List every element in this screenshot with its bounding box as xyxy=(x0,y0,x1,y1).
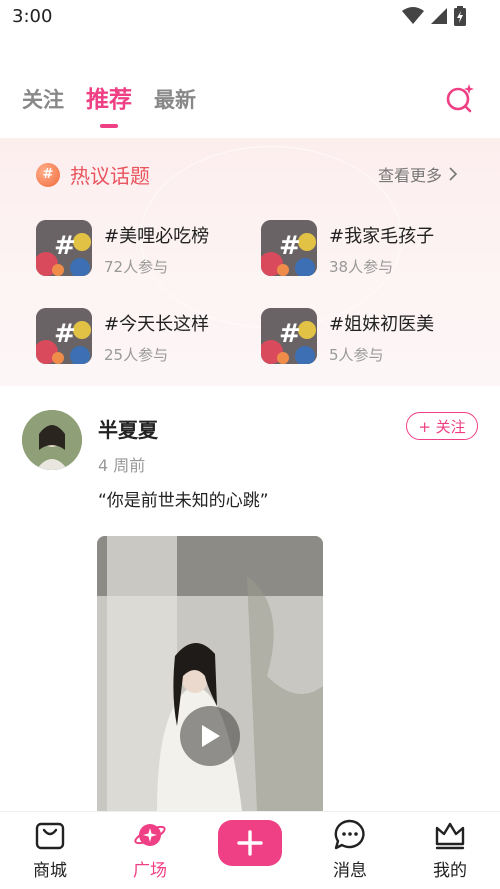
nav-label-me: 我的 xyxy=(433,861,467,881)
nav-item-me[interactable]: 我的 xyxy=(410,818,490,881)
see-more-label: 查看更多 xyxy=(377,166,442,185)
topic-participant-count: 5人参与 xyxy=(329,346,384,364)
topic-item[interactable]: # #我家毛孩子 38人参与 xyxy=(261,220,461,280)
bottom-navigation: 商城 广场 消息 我的 xyxy=(0,811,500,889)
topic-item[interactable]: # #美哩必吃榜 72人参与 xyxy=(36,220,236,280)
post-video[interactable] xyxy=(97,536,323,811)
topic-thumbnail: # xyxy=(261,308,317,364)
status-time: 3:00 xyxy=(12,6,53,27)
avatar[interactable] xyxy=(22,410,82,470)
topic-participant-count: 25人参与 xyxy=(104,346,169,364)
avatar-portrait-icon xyxy=(22,410,82,470)
topic-hashtag-art-icon: # xyxy=(261,308,317,364)
hashtag-icon: # xyxy=(36,162,60,187)
topic-name: #我家毛孩子 xyxy=(329,226,435,247)
publish-button[interactable] xyxy=(218,820,282,866)
plus-icon xyxy=(237,830,263,856)
tab-recommended[interactable]: 推荐 xyxy=(86,80,132,114)
wifi-icon xyxy=(402,7,424,24)
topic-name: #今天长这样 xyxy=(104,314,210,335)
feed-tabs: 关注 推荐 最新 xyxy=(22,80,196,114)
svg-text:#: # xyxy=(54,231,76,261)
planet-icon xyxy=(134,824,166,846)
crown-icon xyxy=(435,822,465,850)
status-bar: 3:00 xyxy=(0,0,500,36)
topic-hashtag-art-icon: # xyxy=(36,308,92,364)
tab-latest[interactable]: 最新 xyxy=(154,84,196,114)
post-text: “你是前世未知的心跳” xyxy=(98,491,269,511)
feed-post: 半夏夏 4 周前 + 关注 “你是前世未知的心跳” xyxy=(0,386,500,811)
nav-label-square: 广场 xyxy=(133,861,167,881)
topic-name: #美哩必吃榜 xyxy=(104,226,210,247)
topic-participant-count: 38人参与 xyxy=(329,258,394,276)
topic-item[interactable]: # #今天长这样 25人参与 xyxy=(36,308,236,368)
svg-text:#: # xyxy=(279,231,301,261)
svg-text:#: # xyxy=(279,319,301,349)
status-icons xyxy=(402,6,466,26)
play-button[interactable] xyxy=(180,706,240,766)
video-thumbnail-image xyxy=(97,536,323,811)
tab-following[interactable]: 关注 xyxy=(22,84,64,114)
topic-name: #姐妹初医美 xyxy=(329,314,435,335)
post-timestamp: 4 周前 xyxy=(98,456,146,475)
topic-item[interactable]: # #姐妹初医美 5人参与 xyxy=(261,308,461,368)
topic-hashtag-art-icon: # xyxy=(36,220,92,276)
battery-icon xyxy=(454,6,466,26)
topic-participant-count: 72人参与 xyxy=(104,258,169,276)
play-icon xyxy=(202,725,220,747)
hot-topics-title: 热议话题 xyxy=(70,164,150,188)
nav-item-messages[interactable]: 消息 xyxy=(310,818,390,881)
cell-signal-icon xyxy=(431,8,447,24)
topic-thumbnail: # xyxy=(261,220,317,276)
topic-hashtag-art-icon: # xyxy=(261,220,317,276)
hot-topics-header: # 热议话题 xyxy=(36,160,150,189)
post-username[interactable]: 半夏夏 xyxy=(98,414,158,443)
shopping-bag-icon xyxy=(35,822,65,850)
hot-topics-section: # 热议话题 查看更多 # #美哩必吃榜 72人参与 # #我家毛孩子 38人参… xyxy=(0,138,500,386)
topic-thumbnail: # xyxy=(36,308,92,364)
nav-label-messages: 消息 xyxy=(333,861,367,881)
chat-bubble-icon xyxy=(334,819,365,850)
search-button[interactable] xyxy=(444,82,476,114)
nav-label-shop: 商城 xyxy=(33,861,67,881)
see-more-link[interactable]: 查看更多 xyxy=(378,162,458,186)
nav-item-square[interactable]: 广场 xyxy=(110,818,190,881)
svg-text:#: # xyxy=(54,319,76,349)
follow-button[interactable]: + 关注 xyxy=(406,412,478,440)
search-sparkle-icon xyxy=(446,84,474,113)
topic-thumbnail: # xyxy=(36,220,92,276)
nav-item-shop[interactable]: 商城 xyxy=(10,818,90,881)
chevron-right-icon xyxy=(449,167,458,181)
